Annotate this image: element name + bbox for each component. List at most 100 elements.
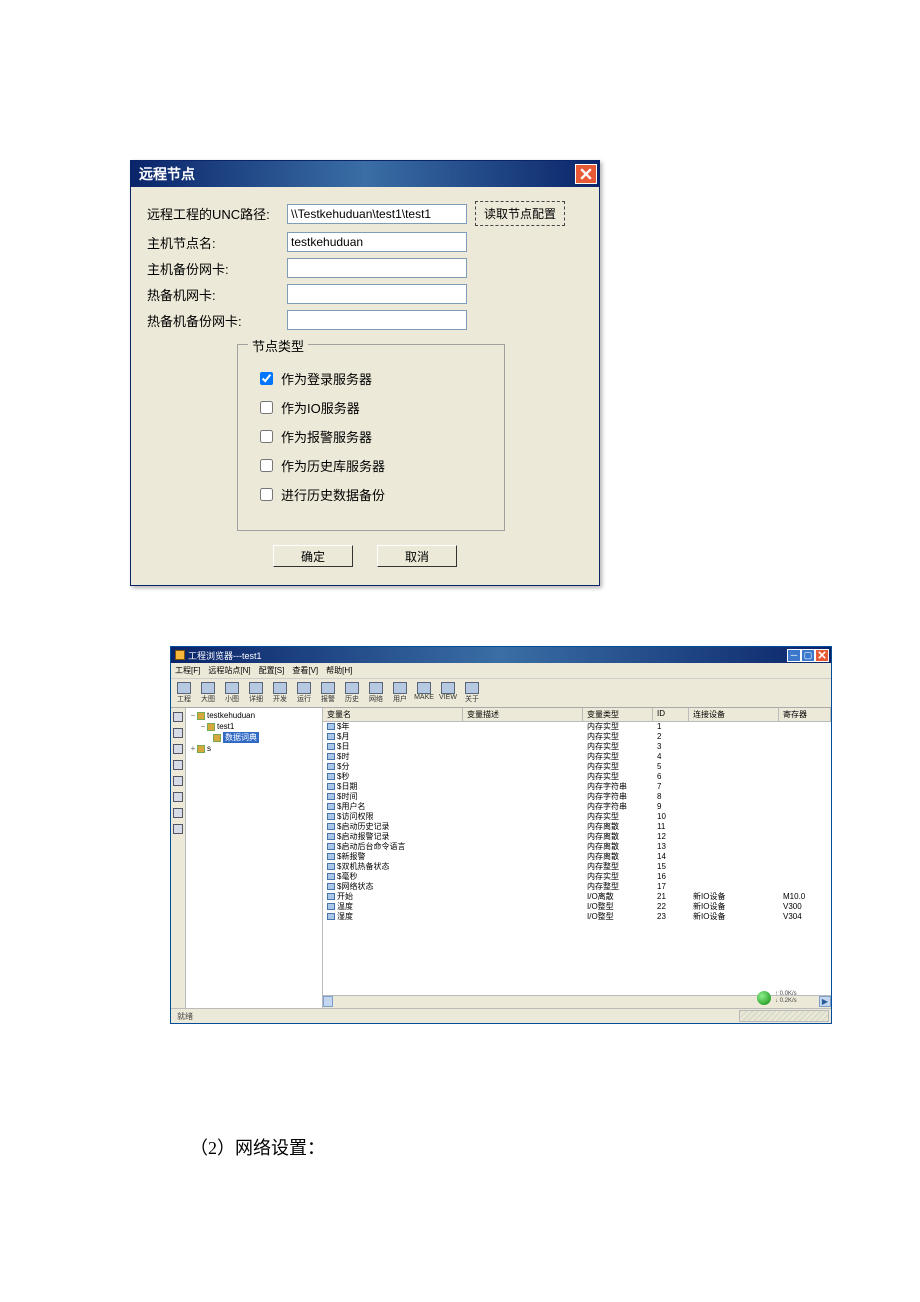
app-icon xyxy=(175,650,185,660)
table-row[interactable]: $网络状态内存整型17 xyxy=(323,882,831,892)
table-row[interactable]: $启动历史记录内存离散11 xyxy=(323,822,831,832)
toolbar-icon xyxy=(345,682,359,694)
table-row[interactable]: $时内存实型4 xyxy=(323,752,831,762)
table-row[interactable]: 温度I/O整型22新IO设备V300 xyxy=(323,902,831,912)
table-row[interactable]: $分内存实型5 xyxy=(323,762,831,772)
read-config-button[interactable]: 读取节点配置 xyxy=(475,201,565,226)
table-row[interactable]: $毫秒内存实型16 xyxy=(323,872,831,882)
toolbar-button[interactable]: 报警 xyxy=(319,682,337,704)
table-row[interactable]: $日期内存字符串7 xyxy=(323,782,831,792)
project-browser-window: 工程浏览器---test1 ─ ▢ 工程[F] 远程站点[N] 配置[S] 查看[V]… xyxy=(170,646,832,1024)
table-row[interactable]: 开始I/O离散21新IO设备M10.0 xyxy=(323,892,831,902)
toolbar-button[interactable]: 详细 xyxy=(247,682,265,704)
tag-icon xyxy=(327,823,335,830)
cancel-button[interactable]: 取消 xyxy=(377,545,457,567)
tag-icon xyxy=(327,753,335,760)
menu-item[interactable]: 工程[F] xyxy=(175,665,200,676)
toolbar-button[interactable]: 大图 xyxy=(199,682,217,704)
tag-icon xyxy=(327,893,335,900)
tag-icon xyxy=(327,763,335,770)
alarm-server-option[interactable]: 作为报警服务器 xyxy=(256,427,486,446)
hotstandby-backup-label: 热备机备份网卡: xyxy=(147,311,287,330)
minimize-icon[interactable]: ─ xyxy=(787,649,801,662)
table-row[interactable]: $秒内存实型6 xyxy=(323,772,831,782)
table-row[interactable]: $新报警内存离散14 xyxy=(323,852,831,862)
table-row[interactable]: $启动报警记录内存离散12 xyxy=(323,832,831,842)
toolbar-button[interactable]: MAKE xyxy=(415,682,433,704)
dialog-titlebar[interactable]: 远程节点 xyxy=(131,161,599,187)
hotstandby-input[interactable] xyxy=(287,284,467,304)
table-row[interactable]: $时间内存字符串8 xyxy=(323,792,831,802)
table-row[interactable]: $日内存实型3 xyxy=(323,742,831,752)
history-backup-option[interactable]: 进行历史数据备份 xyxy=(256,485,486,504)
tag-icon xyxy=(327,723,335,730)
sidebar-icon[interactable] xyxy=(173,808,183,818)
hotstandby-backup-input[interactable] xyxy=(287,310,467,330)
toolbar-icon xyxy=(321,682,335,694)
table-row[interactable]: $启动后台命令语言内存离散13 xyxy=(323,842,831,852)
unc-label: 远程工程的UNC路径: xyxy=(147,204,287,223)
toolbar-button[interactable]: 小图 xyxy=(223,682,241,704)
pb-tree[interactable]: −testkehuduan −test1 数据词典 +s xyxy=(186,708,323,1008)
maximize-icon[interactable]: ▢ xyxy=(801,649,815,662)
history-backup-checkbox[interactable] xyxy=(260,488,273,501)
sidebar-icon[interactable] xyxy=(173,824,183,834)
tag-icon xyxy=(327,913,335,920)
toolbar-button[interactable]: VIEW xyxy=(439,682,457,704)
table-row[interactable]: $年内存实型1 xyxy=(323,722,831,732)
unc-input[interactable] xyxy=(287,204,467,224)
host-input[interactable] xyxy=(287,232,467,252)
history-server-option[interactable]: 作为历史库服务器 xyxy=(256,456,486,475)
pb-horizontal-scrollbar[interactable]: ↑ 0.0K/s ↓ 0.2K/s ▶ xyxy=(323,995,831,1008)
ok-button[interactable]: 确定 xyxy=(273,545,353,567)
pb-table-body[interactable]: $年内存实型1$月内存实型2$日内存实型3$时内存实型4$分内存实型5$秒内存实… xyxy=(323,722,831,995)
login-server-option[interactable]: 作为登录服务器 xyxy=(256,369,486,388)
history-server-checkbox[interactable] xyxy=(260,459,273,472)
sidebar-icon[interactable] xyxy=(173,792,183,802)
toolbar-button[interactable]: 历史 xyxy=(343,682,361,704)
table-row[interactable]: $访问权限内存实型10 xyxy=(323,812,831,822)
sidebar-icon[interactable] xyxy=(173,744,183,754)
sidebar-icon[interactable] xyxy=(173,712,183,722)
tag-icon xyxy=(327,863,335,870)
close-icon[interactable] xyxy=(575,164,597,184)
toolbar-button[interactable]: 工程 xyxy=(175,682,193,704)
node-type-legend: 节点类型 xyxy=(248,336,308,355)
login-server-checkbox[interactable] xyxy=(260,372,273,385)
table-row[interactable]: 湿度I/O整型23新IO设备V304 xyxy=(323,912,831,922)
sidebar-icon[interactable] xyxy=(173,760,183,770)
doc-caption: （2）网络设置： xyxy=(190,1134,790,1160)
toolbar-icon xyxy=(417,682,431,694)
tag-icon xyxy=(327,843,335,850)
toolbar-button[interactable]: 运行 xyxy=(295,682,313,704)
menu-item[interactable]: 远程站点[N] xyxy=(208,665,250,676)
sidebar-icon[interactable] xyxy=(173,728,183,738)
toolbar-icon xyxy=(465,682,479,694)
tag-icon xyxy=(327,883,335,890)
alarm-server-checkbox[interactable] xyxy=(260,430,273,443)
toolbar-button[interactable]: 用户 xyxy=(391,682,409,704)
host-label: 主机节点名: xyxy=(147,233,287,252)
tag-icon xyxy=(327,873,335,880)
menu-item[interactable]: 配置[S] xyxy=(259,665,285,676)
io-server-checkbox[interactable] xyxy=(260,401,273,414)
host-backup-input[interactable] xyxy=(287,258,467,278)
pb-close-icon[interactable] xyxy=(815,649,829,662)
pb-table-header[interactable]: 变量名 变量描述 变量类型 ID 连接设备 寄存器 xyxy=(323,708,831,722)
toolbar-button[interactable]: 网络 xyxy=(367,682,385,704)
remote-node-dialog: 远程节点 远程工程的UNC路径: 读取节点配置 主机节点名: 主机备份网卡: 热… xyxy=(130,160,600,586)
menu-item[interactable]: 查看[V] xyxy=(292,665,318,676)
scroll-right-icon[interactable]: ▶ xyxy=(819,996,831,1007)
pb-titlebar[interactable]: 工程浏览器---test1 ─ ▢ xyxy=(171,647,831,663)
toolbar-button[interactable]: 开发 xyxy=(271,682,289,704)
table-row[interactable]: $双机热备状态内存整型15 xyxy=(323,862,831,872)
menu-item[interactable]: 帮助[H] xyxy=(326,665,352,676)
table-row[interactable]: $月内存实型2 xyxy=(323,732,831,742)
hotstandby-label: 热备机网卡: xyxy=(147,285,287,304)
tree-node-selected[interactable]: 数据词典 xyxy=(223,732,259,743)
io-server-option[interactable]: 作为IO服务器 xyxy=(256,398,486,417)
toolbar-button[interactable]: 关于 xyxy=(463,682,481,704)
scrollbar-thumb[interactable] xyxy=(323,996,333,1007)
table-row[interactable]: $用户名内存字符串9 xyxy=(323,802,831,812)
sidebar-icon[interactable] xyxy=(173,776,183,786)
